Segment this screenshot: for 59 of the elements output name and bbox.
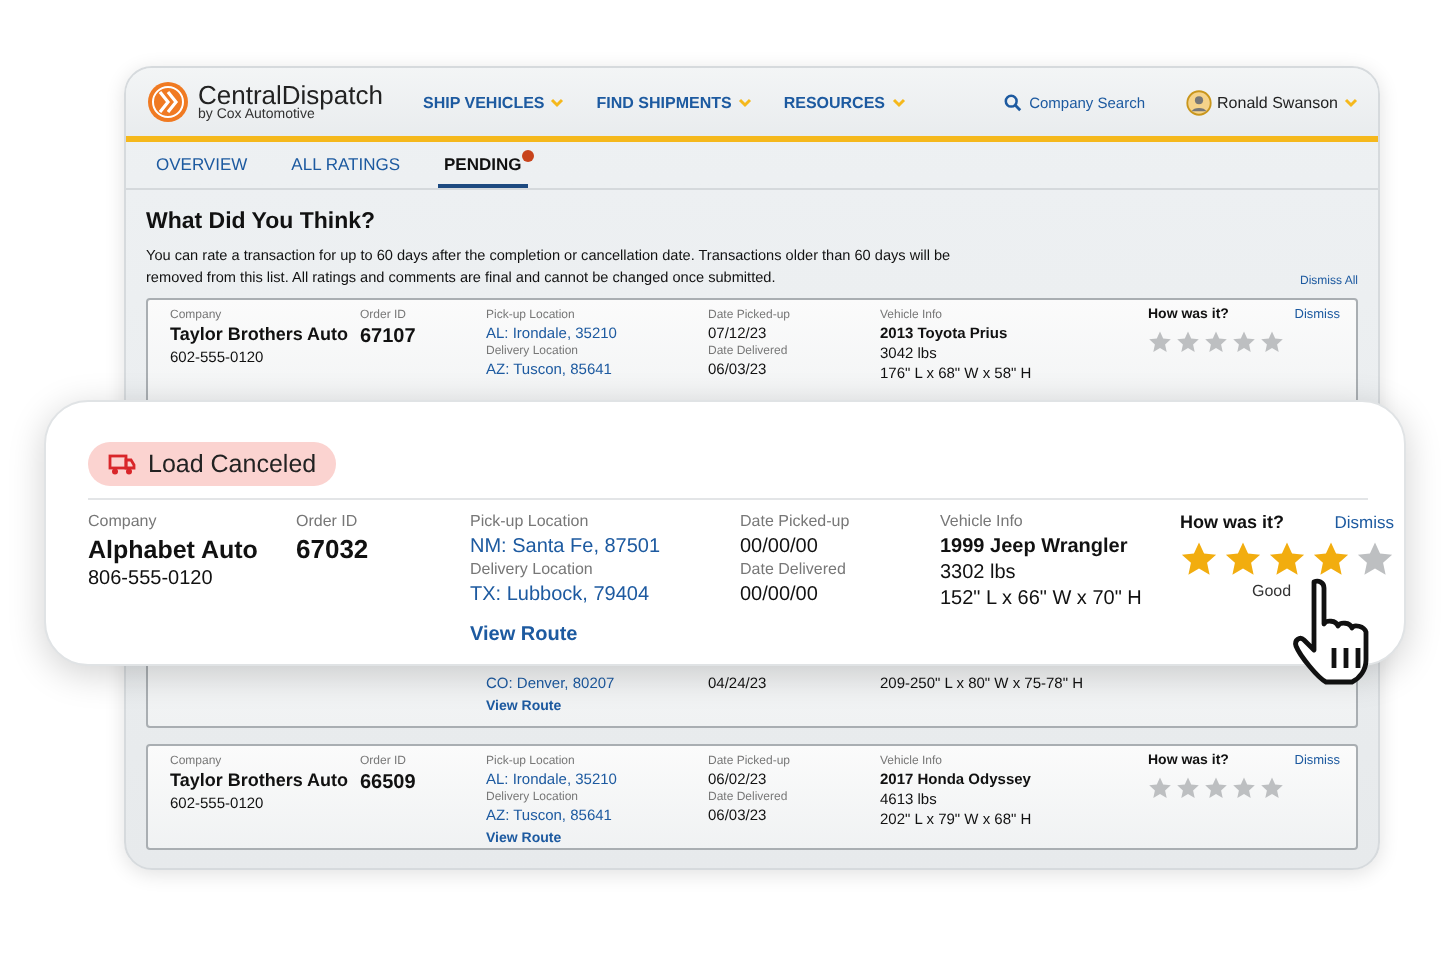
field-label: Date Picked-up — [740, 512, 852, 534]
chevron-down-icon — [1344, 97, 1358, 107]
star-icon[interactable] — [1232, 776, 1256, 801]
star-icon[interactable] — [1148, 776, 1172, 801]
chevron-down-icon — [737, 97, 752, 107]
star-icon[interactable] — [1356, 540, 1394, 578]
tab[interactable]: ALL RATINGS — [285, 142, 406, 188]
order-id: 67032 — [296, 533, 371, 568]
search-icon — [1003, 93, 1022, 111]
star-icon[interactable] — [1224, 540, 1262, 578]
tab[interactable]: PENDING — [438, 142, 528, 188]
vehicle-dimensions: 152" L x 66" W x 70" H — [940, 585, 1144, 612]
star-icon[interactable] — [1148, 330, 1172, 355]
user-menu[interactable]: Ronald Swanson — [1185, 89, 1358, 115]
star-icon[interactable] — [1180, 540, 1218, 578]
truck-icon — [108, 453, 136, 475]
star-icon[interactable] — [1268, 540, 1306, 578]
chevron-down-icon — [891, 97, 906, 107]
vehicle-name: 1999 Jeep Wrangler — [940, 533, 1130, 560]
order-id: 66509 — [360, 770, 418, 797]
delivery-date: 00/00/00 — [740, 581, 820, 608]
field-label: Date Delivered — [740, 559, 848, 582]
page-heading: What Did You Think? — [146, 210, 378, 234]
rating-prompt: How was it? — [1180, 512, 1285, 532]
rating-text: Good — [1252, 582, 1292, 600]
avatar-icon — [1185, 89, 1212, 115]
field-label: Order ID — [296, 512, 360, 534]
star-icon[interactable] — [1204, 776, 1228, 801]
star-icon[interactable] — [1260, 330, 1284, 355]
tab[interactable]: OVERVIEW — [150, 142, 254, 188]
order-id: 67107 — [360, 324, 418, 351]
nav-menu[interactable]: FIND SHIPMENTS — [596, 93, 752, 111]
star-icon[interactable] — [1176, 330, 1200, 355]
vehicle-weight: 3302 lbs — [940, 559, 1018, 586]
star-icon[interactable] — [1204, 330, 1228, 355]
logo-icon — [146, 80, 190, 124]
star-icon[interactable] — [1312, 540, 1350, 578]
company-name: Alphabet Auto — [88, 533, 260, 567]
nav-menu[interactable]: RESOURCES — [783, 93, 906, 111]
status-badge: Load Canceled — [88, 442, 337, 486]
delivery-location-link[interactable]: TX: Lubbock, 79404 — [470, 581, 740, 608]
pickup-date: 00/00/00 — [740, 533, 820, 560]
star-rating[interactable] — [1180, 540, 1394, 578]
dismiss-link[interactable]: Dismiss — [1334, 512, 1394, 532]
star-icon[interactable] — [1232, 330, 1256, 355]
star-icon[interactable] — [1176, 776, 1200, 801]
company-name: Taylor Brothers Auto — [170, 770, 351, 794]
company-name: Taylor Brothers Auto — [170, 324, 351, 348]
brand-name: CentralDispatch — [198, 82, 383, 108]
phone-number: 806-555-0120 — [88, 566, 215, 593]
nav-menu[interactable]: SHIP VEHICLES — [423, 93, 565, 111]
field-label: Company — [88, 512, 159, 534]
field-label: Delivery Location — [470, 559, 595, 582]
field-label: Vehicle Info — [940, 512, 1025, 534]
pickup-location-link[interactable]: NM: Santa Fe, 87501 — [470, 533, 740, 560]
field-label: Pick-up Location — [470, 512, 591, 534]
star-icon[interactable] — [1260, 776, 1284, 801]
view-route-link[interactable]: View Route — [470, 623, 740, 646]
chevron-down-icon — [550, 97, 565, 107]
